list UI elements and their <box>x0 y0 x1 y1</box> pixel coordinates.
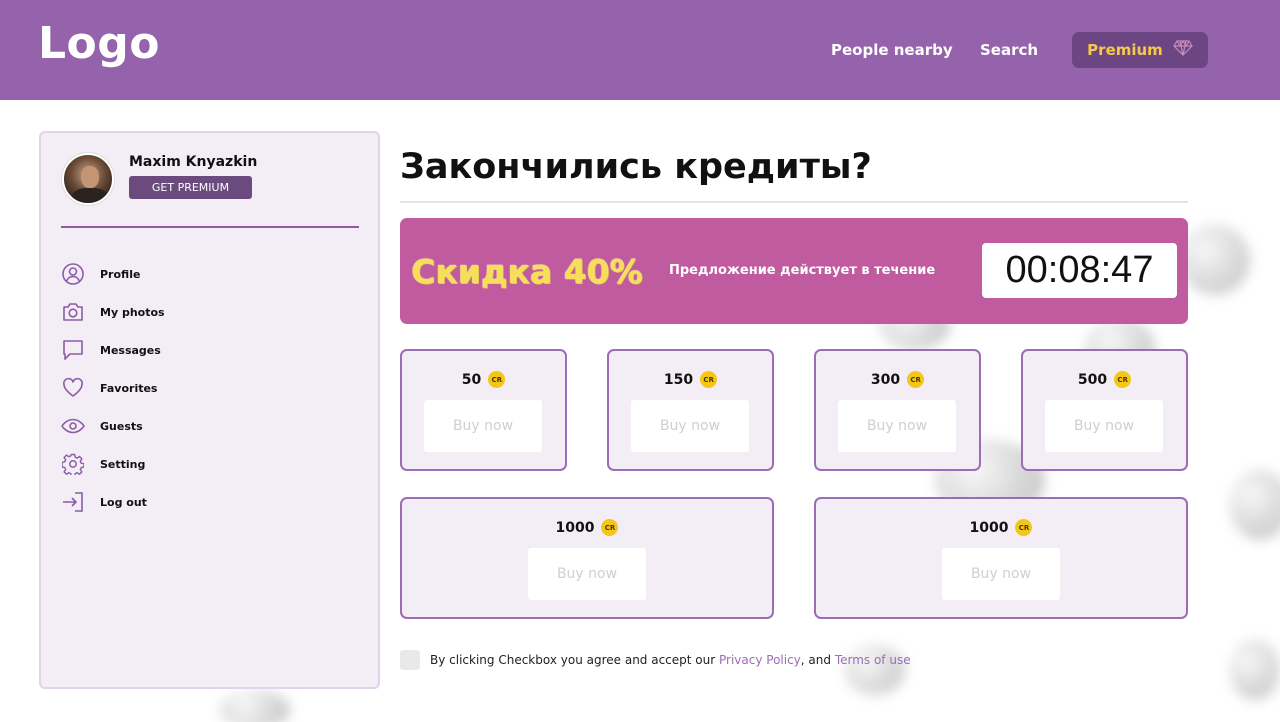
countdown-timer: 00:08:47 <box>982 243 1177 298</box>
buy-now-button[interactable]: Buy now <box>1045 400 1163 452</box>
discount-banner: Скидка 40% Предложение действует в течен… <box>400 218 1188 324</box>
title-divider <box>400 201 1188 203</box>
coin-icon: CR <box>907 371 925 388</box>
heart-icon <box>61 376 85 400</box>
message-icon <box>61 338 85 362</box>
sidebar-item-label: Messages <box>100 343 161 357</box>
credit-amount: 1000 <box>555 519 595 536</box>
buy-now-button[interactable]: Buy now <box>631 400 749 452</box>
diamond-icon <box>1173 39 1193 60</box>
sidebar-item-label: My photos <box>100 305 165 319</box>
sidebar-item-log-out[interactable]: Log out <box>61 483 361 521</box>
background-sphere <box>1180 225 1250 295</box>
credit-package-card: 1000 CR Buy now <box>400 497 774 619</box>
sidebar-item-label: Guests <box>100 419 143 433</box>
user-icon <box>61 262 85 286</box>
avatar[interactable] <box>62 153 114 205</box>
credit-amount: 500 <box>1077 371 1108 388</box>
agree-checkbox[interactable] <box>400 650 420 670</box>
credit-package-card: 50 CR Buy now <box>400 349 567 471</box>
sidebar-menu: Profile My photos Messages Favorites Gue… <box>61 255 361 521</box>
logo[interactable]: Logo <box>38 18 160 69</box>
sidebar-item-label: Log out <box>100 495 147 509</box>
discount-label: Скидка 40% <box>411 252 643 291</box>
premium-button[interactable]: Premium <box>1072 32 1208 68</box>
sidebar-item-my-photos[interactable]: My photos <box>61 293 361 331</box>
privacy-policy-link[interactable]: Privacy Policy <box>719 653 801 667</box>
buy-now-button[interactable]: Buy now <box>942 548 1060 600</box>
background-sphere <box>1230 470 1280 540</box>
credit-amount: 1000 <box>969 519 1009 536</box>
terms-of-use-link[interactable]: Terms of use <box>835 653 911 667</box>
sidebar-item-favorites[interactable]: Favorites <box>61 369 361 407</box>
credit-amount: 300 <box>870 371 901 388</box>
sidebar-item-guests[interactable]: Guests <box>61 407 361 445</box>
logout-icon <box>61 490 85 514</box>
sidebar-item-label: Setting <box>100 457 146 471</box>
sidebar: Maxim Knyazkin GET PREMIUM Profile My ph… <box>39 131 380 689</box>
background-sphere <box>1230 640 1280 700</box>
credit-package-card: 300 CR Buy now <box>814 349 981 471</box>
sidebar-divider <box>61 226 359 228</box>
coin-icon: CR <box>488 371 506 388</box>
nav-people-nearby[interactable]: People nearby <box>831 41 953 59</box>
page-title: Закончились кредиты? <box>400 147 872 187</box>
agreement-prefix: By clicking Checkbox you agree and accep… <box>430 653 719 667</box>
nav-search[interactable]: Search <box>980 41 1038 59</box>
buy-now-button[interactable]: Buy now <box>424 400 542 452</box>
buy-now-button[interactable]: Buy now <box>838 400 956 452</box>
credit-amount: 150 <box>663 371 694 388</box>
eye-icon <box>61 414 85 438</box>
offer-text: Предложение действует в течение <box>669 263 936 278</box>
credit-amount: 50 <box>461 371 482 388</box>
sidebar-item-messages[interactable]: Messages <box>61 331 361 369</box>
agreement-text: By clicking Checkbox you agree and accep… <box>430 653 911 667</box>
coin-icon: CR <box>700 371 718 388</box>
agreement-row: By clicking Checkbox you agree and accep… <box>400 650 911 670</box>
buy-now-button[interactable]: Buy now <box>528 548 646 600</box>
camera-icon <box>61 300 85 324</box>
top-navbar: Logo People nearby Search Premium <box>0 0 1280 100</box>
sidebar-item-label: Profile <box>100 267 141 281</box>
user-name: Maxim Knyazkin <box>129 154 258 170</box>
credit-package-card: 1000 CR Buy now <box>814 497 1188 619</box>
sidebar-item-label: Favorites <box>100 381 158 395</box>
sidebar-item-setting[interactable]: Setting <box>61 445 361 483</box>
coin-icon: CR <box>1015 519 1033 536</box>
agreement-middle: , and <box>800 653 835 667</box>
premium-label: Premium <box>1087 41 1163 59</box>
gear-icon <box>61 452 85 476</box>
coin-icon: CR <box>601 519 619 536</box>
get-premium-button[interactable]: GET PREMIUM <box>129 176 252 199</box>
coin-icon: CR <box>1114 371 1132 388</box>
background-sphere <box>220 690 290 722</box>
sidebar-item-profile[interactable]: Profile <box>61 255 361 293</box>
credit-package-card: 150 CR Buy now <box>607 349 774 471</box>
credit-package-card: 500 CR Buy now <box>1021 349 1188 471</box>
